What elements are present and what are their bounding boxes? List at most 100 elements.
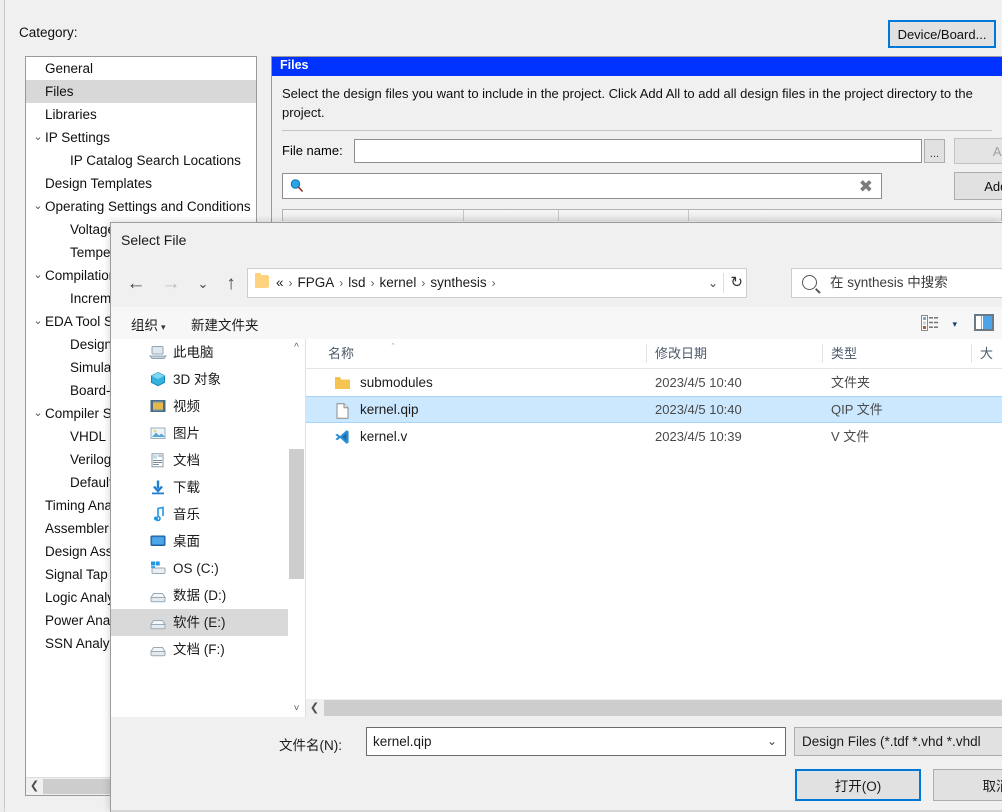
device-board-button[interactable]: Device/Board...: [888, 20, 996, 48]
chevron-down-icon[interactable]: ⌄: [767, 728, 777, 755]
file-date: 2023/4/5 10:39: [655, 429, 742, 444]
navpane-item-label: 音乐: [173, 507, 200, 522]
clear-search-icon[interactable]: ✖: [859, 177, 873, 197]
column-divider[interactable]: [822, 344, 823, 363]
refresh-icon[interactable]: ↻: [730, 269, 743, 297]
up-icon[interactable]: ↑: [216, 269, 246, 299]
breadcrumb-segment[interactable]: lsd: [348, 275, 365, 290]
category-tree-item[interactable]: IP Catalog Search Locations: [26, 149, 256, 172]
music-icon: [154, 506, 164, 522]
chevron-down-icon[interactable]: ⌄: [30, 402, 46, 425]
breadcrumb-segment[interactable]: synthesis: [430, 275, 486, 290]
scroll-up-icon[interactable]: ^: [288, 339, 305, 356]
search-box[interactable]: 在 synthesis 中搜索: [791, 268, 1002, 298]
breadcrumb-path[interactable]: « › FPGA › lsd › kernel › synthesis ›: [276, 269, 501, 297]
address-bar[interactable]: « › FPGA › lsd › kernel › synthesis › ⌄ ↻: [247, 268, 747, 298]
file-list-row[interactable]: kernel.qip 2023/4/5 10:40 QIP 文件: [306, 396, 1002, 423]
column-divider[interactable]: [688, 210, 689, 221]
back-icon[interactable]: ←: [121, 269, 151, 299]
column-divider[interactable]: [463, 210, 464, 221]
category-tree-item[interactable]: General: [26, 57, 256, 80]
column-header-type[interactable]: 类型: [831, 339, 857, 368]
navpane-item[interactable]: 音乐: [111, 501, 305, 528]
dialog-title: Select File: [121, 232, 187, 248]
category-tree-item[interactable]: ⌄ IP Settings: [26, 126, 256, 149]
column-header-size[interactable]: 大: [980, 339, 993, 368]
files-panel-description: Select the design files you want to incl…: [282, 86, 973, 120]
navpane-item[interactable]: 下载: [111, 474, 305, 501]
file-list-row[interactable]: kernel.v 2023/4/5 10:39 V 文件: [306, 423, 1002, 450]
navpane-item[interactable]: OS (C:): [111, 555, 305, 582]
navpane-item[interactable]: 文档: [111, 447, 305, 474]
file-name-input[interactable]: kernel.qip ⌄: [366, 727, 786, 756]
file-list-hscrollbar[interactable]: ❮: [306, 699, 1002, 717]
address-dropdown-chevron-icon[interactable]: ⌄: [708, 269, 718, 297]
scrollbar-thumb[interactable]: [324, 700, 1002, 716]
scroll-down-icon[interactable]: ˅: [288, 700, 305, 717]
preview-pane-icon[interactable]: [974, 314, 994, 331]
file-type-dropdown[interactable]: Design Files (*.tdf *.vhd *.vhdl: [794, 727, 1002, 756]
search-icon: [290, 179, 304, 193]
files-search-input[interactable]: ✖: [282, 173, 882, 199]
file-name-input[interactable]: [354, 139, 922, 163]
chevron-down-icon[interactable]: ⌄: [30, 126, 46, 149]
organize-button[interactable]: 组织 ▾: [131, 314, 166, 334]
chevron-down-icon[interactable]: ⌄: [30, 310, 46, 333]
chevron-down-icon[interactable]: ⌄: [30, 264, 46, 287]
add-all-button[interactable]: Add All: [954, 172, 1002, 200]
3d-objects-icon: [151, 371, 165, 387]
search-icon: [802, 275, 817, 290]
column-divider[interactable]: [646, 344, 647, 363]
cancel-button[interactable]: 取消: [933, 769, 1002, 801]
category-tree-item[interactable]: Libraries: [26, 103, 256, 126]
chevron-down-icon[interactable]: ⌄: [30, 195, 46, 218]
navpane-item[interactable]: 图片: [111, 420, 305, 447]
navpane-item-label: 视频: [173, 399, 200, 414]
view-mode-chevron-down-icon[interactable]: ▾: [952, 319, 957, 330]
scroll-left-icon[interactable]: ❮: [306, 699, 323, 717]
navpane-item[interactable]: 视频: [111, 393, 305, 420]
browse-button[interactable]: ...: [924, 139, 945, 163]
recent-locations-chevron-icon[interactable]: ⌄: [188, 269, 218, 299]
breadcrumb-separator: ›: [421, 276, 426, 290]
navpane-item[interactable]: 文档 (F:): [111, 636, 305, 663]
breadcrumb-segment[interactable]: kernel: [380, 275, 417, 290]
select-file-dialog: Select File ← → ⌄ ↑ « › FPGA › lsd › kernel › sy…: [110, 222, 1002, 812]
scroll-left-icon[interactable]: ❮: [26, 778, 43, 795]
desktop-icon: [150, 535, 166, 546]
category-tree-item-label: General: [45, 61, 94, 76]
column-header-date[interactable]: 修改日期: [655, 339, 707, 368]
column-divider[interactable]: [971, 344, 972, 363]
file-list-row[interactable]: submodules 2023/4/5 10:40 文件夹: [306, 369, 1002, 396]
view-mode-icon[interactable]: [921, 315, 938, 331]
navigation-pane[interactable]: 此电脑 3D 对象视频图片 文档 下载音乐桌面 OS (C:) 数据 (D:) 软件 (E:…: [111, 339, 305, 717]
divider: [282, 130, 992, 131]
navpane-item[interactable]: 此电脑: [111, 339, 305, 366]
file-list[interactable]: ＾ 名称 修改日期 类型 大 submodules 2023/4/5 10:40 文…: [306, 339, 1002, 717]
column-divider[interactable]: [558, 210, 559, 221]
navpane-item[interactable]: 3D 对象: [111, 366, 305, 393]
open-button[interactable]: 打开(O): [795, 769, 921, 801]
file-list-header: ＾ 名称 修改日期 类型 大: [306, 339, 1002, 369]
scrollbar-thumb[interactable]: [289, 449, 304, 579]
category-tree-item[interactable]: ⌄ Operating Settings and Conditions: [26, 195, 256, 218]
navpane-item-label: 桌面: [173, 534, 200, 549]
files-search-row: ✖ Add All: [272, 172, 1002, 200]
breadcrumb-segment[interactable]: FPGA: [298, 275, 335, 290]
category-tree-item[interactable]: Design Templates: [26, 172, 256, 195]
navpane-item[interactable]: 软件 (E:): [111, 609, 305, 636]
forward-icon[interactable]: →: [156, 269, 186, 299]
category-tree-item-label: IP Settings: [45, 130, 111, 145]
navpane-item[interactable]: 桌面: [111, 528, 305, 555]
navpane-item[interactable]: 数据 (D:): [111, 582, 305, 609]
column-header-name[interactable]: 名称: [328, 339, 354, 368]
breadcrumb-prefix: «: [276, 275, 284, 290]
add-button[interactable]: Add: [954, 138, 1002, 164]
new-folder-button[interactable]: 新建文件夹: [191, 314, 259, 334]
file-type: QIP 文件: [831, 402, 883, 417]
category-tree-item-label: Voltage: [70, 222, 116, 237]
generic-file-icon: [336, 403, 349, 419]
navpane-scrollbar[interactable]: ^ ˅: [288, 339, 305, 717]
divider: [723, 273, 724, 293]
category-tree-item[interactable]: Files: [26, 80, 256, 103]
